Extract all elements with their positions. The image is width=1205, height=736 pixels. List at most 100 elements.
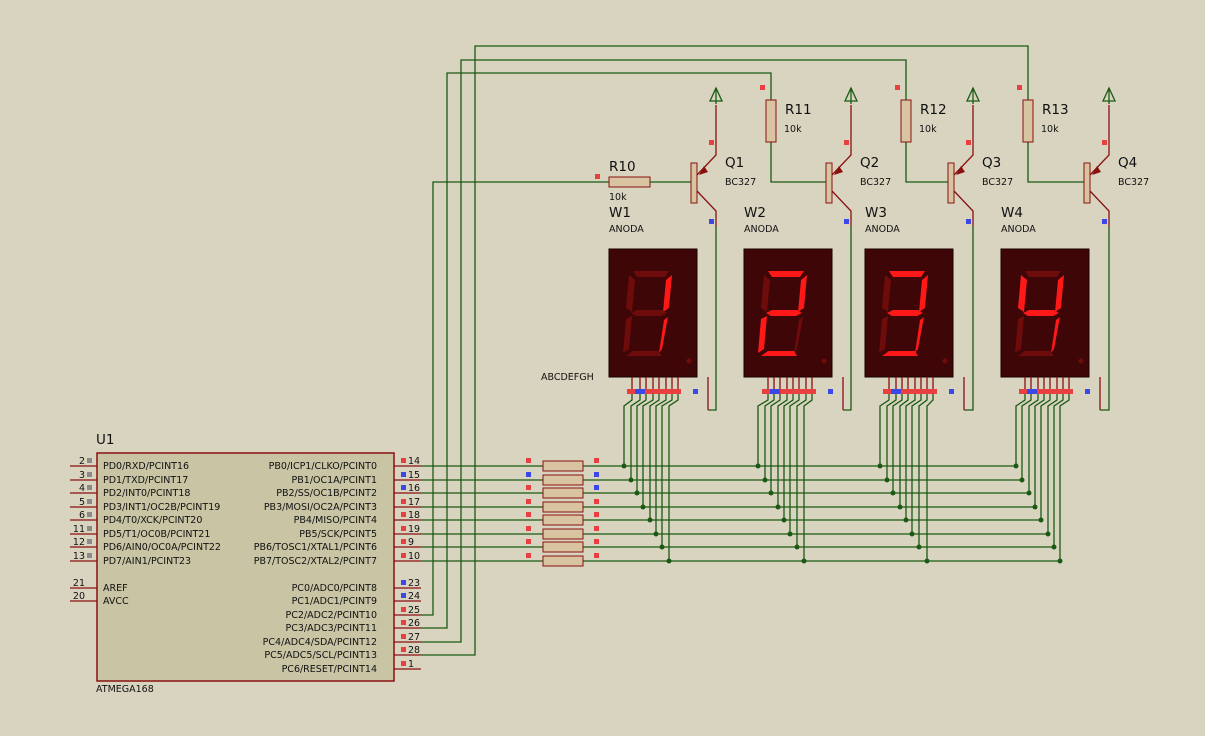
pin-state-marker xyxy=(828,389,833,394)
wire-collector-to-anode xyxy=(708,226,717,411)
wire-junction xyxy=(924,558,930,564)
pin-state-marker xyxy=(401,526,406,531)
wire-junction xyxy=(762,477,768,483)
segment-resistor xyxy=(542,460,584,472)
mcu-pin-number: 20 xyxy=(73,591,85,602)
display-3: W3 ANODA xyxy=(864,205,965,410)
mcu-pin-label: PC2/ADC2/PCINT10 xyxy=(286,610,377,621)
transistor-ref-label: Q3 xyxy=(982,155,1001,171)
seven-segment-displays: W1 ANODA W2 ANODA W3 ANODA W4 ANODA xyxy=(608,205,1101,410)
transistor-base xyxy=(1083,162,1091,204)
segment-a xyxy=(768,271,804,277)
segment-drop-wire xyxy=(1034,394,1045,507)
resistor-value-label: 10k xyxy=(919,124,937,135)
transistor-ref-label: Q2 xyxy=(860,155,879,171)
pin-state-marker xyxy=(401,485,406,490)
segment-drop-wire xyxy=(886,394,897,480)
display-ref-label: W3 xyxy=(865,205,887,221)
wire-junction xyxy=(1038,517,1044,523)
transistor-part-label: BC327 xyxy=(725,177,756,188)
segment-dp xyxy=(942,358,948,364)
wire-junction xyxy=(909,531,915,537)
pin-state-marker xyxy=(526,472,531,477)
wire-junction xyxy=(916,544,922,550)
wire-junction xyxy=(801,558,807,564)
segment-drop-wire xyxy=(649,394,660,520)
pin-state-marker xyxy=(87,553,92,558)
pin-state-marker xyxy=(635,389,645,394)
pin-state-marker xyxy=(526,512,531,517)
resistor-r12: R12 10k xyxy=(895,85,947,143)
emitter-arrow xyxy=(834,166,843,175)
wire-junction xyxy=(1026,490,1032,496)
mcu-pin-label: PB5/SCK/PCINT5 xyxy=(299,529,377,540)
microcontroller-u1[interactable]: U1 ATMEGA168 2 PD0/RXD/PCINT16 3 PD1/TXD/PCIN… xyxy=(70,432,421,695)
wire-junction xyxy=(794,544,800,550)
emitter-arrow xyxy=(956,166,965,175)
display-ref-label: W4 xyxy=(1001,205,1023,221)
pin-state-marker xyxy=(594,553,599,558)
transistor-ref-label: Q1 xyxy=(725,155,744,171)
display-2: W2 ANODA xyxy=(743,205,844,410)
segment-drop-wire xyxy=(905,394,916,520)
segment-resistor xyxy=(542,555,584,567)
wire-resistor-to-base xyxy=(770,142,826,183)
mcu-pin-label: PB6/TOSC1/XTAL1/PCINT6 xyxy=(254,542,377,553)
pin-state-marker xyxy=(401,620,406,625)
resistor-body xyxy=(1022,99,1034,143)
mcu-pin-label: AREF xyxy=(103,583,128,594)
wire-junction xyxy=(634,490,640,496)
segment-g xyxy=(631,310,667,316)
mcu-part-label: ATMEGA168 xyxy=(96,684,154,695)
mcu-pin-number: 10 xyxy=(408,551,420,562)
segment-drop-wire xyxy=(668,394,679,561)
display-4: W4 ANODA xyxy=(1000,205,1101,410)
pin-state-marker xyxy=(87,458,92,463)
resistor-ref-label: R13 xyxy=(1042,102,1069,118)
mcu-pin-number: 4 xyxy=(79,483,85,494)
transistor-part-label: BC327 xyxy=(860,177,891,188)
segment-resistor xyxy=(542,501,584,513)
resistor-r11: R11 10k xyxy=(760,85,812,143)
resistor-r10: R10 10k xyxy=(595,159,691,203)
pin-state-marker xyxy=(709,140,714,145)
wire-junction xyxy=(1032,504,1038,510)
pin-state-marker xyxy=(895,85,900,90)
pin-state-marker xyxy=(401,647,406,652)
display-type-label: ANODA xyxy=(609,224,644,235)
display-1: W1 ANODA xyxy=(608,205,709,410)
segment-resistor-bank xyxy=(421,458,599,567)
segment-bus-label: ABCDEFGH xyxy=(541,372,594,383)
labels: ABCDEFGH xyxy=(541,372,594,383)
resistor-value-label: 10k xyxy=(784,124,802,135)
segment-drop-wire xyxy=(1053,394,1064,547)
mcu-pin-number: 28 xyxy=(408,645,420,656)
mcu-pin-label: PC4/ADC4/SDA/PCINT12 xyxy=(263,637,377,648)
pin-state-marker xyxy=(594,499,599,504)
pin-state-marker xyxy=(87,472,92,477)
transistor-base xyxy=(947,162,955,204)
segment-drop-wire xyxy=(636,394,647,493)
segment-dp xyxy=(1078,358,1084,364)
mcu-pin-label: PB2/SS/OC1B/PCINT2 xyxy=(276,488,377,499)
pin-state-marker xyxy=(526,526,531,531)
mcu-pin-label: PC6/RESET/PCINT14 xyxy=(282,664,377,675)
resistor-value-label: 10k xyxy=(1041,124,1059,135)
pin-state-marker xyxy=(401,607,406,612)
mcu-ref-label: U1 xyxy=(96,432,114,448)
wire-junction xyxy=(1045,531,1051,537)
wire-junction xyxy=(768,490,774,496)
wire-junction xyxy=(787,531,793,537)
pin-state-marker xyxy=(401,472,406,477)
pin-state-marker xyxy=(1027,389,1037,394)
mcu-pin-number: 15 xyxy=(408,470,420,481)
mcu-pin-label: PD6/AIN0/OC0A/PCINT22 xyxy=(103,542,221,553)
wire-junction xyxy=(1051,544,1057,550)
pin-state-marker xyxy=(594,512,599,517)
wire-junction xyxy=(877,463,883,469)
resistor-ref-label: R11 xyxy=(785,102,812,118)
schematic-canvas: U1 ATMEGA168 2 PD0/RXD/PCINT16 3 PD1/TXD/PCIN… xyxy=(70,45,1149,695)
pin-state-marker xyxy=(594,526,599,531)
pin-state-marker xyxy=(594,539,599,544)
mcu-pin-label: PB3/MOSI/OC2A/PCINT3 xyxy=(264,502,377,513)
